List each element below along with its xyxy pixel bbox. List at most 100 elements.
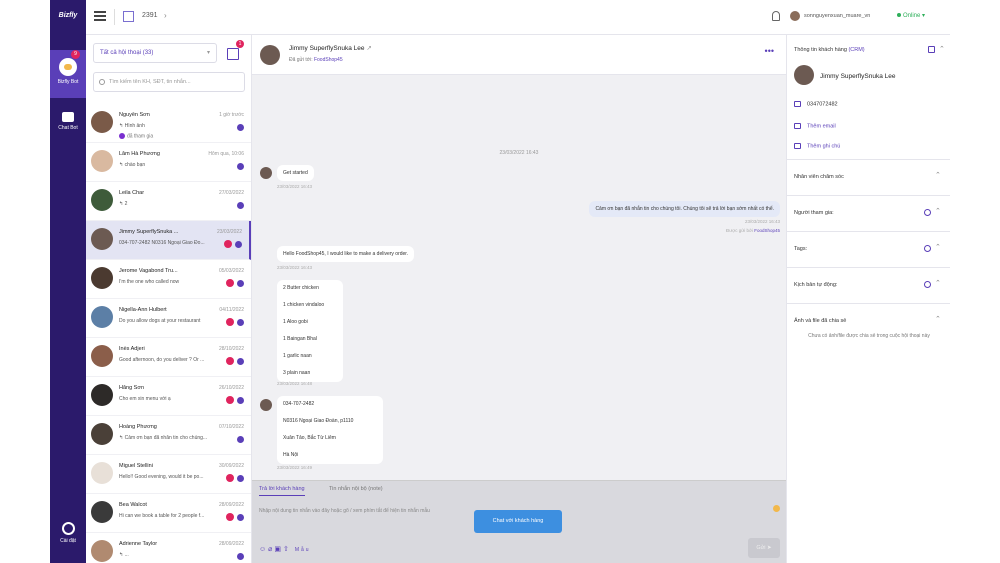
menu-icon[interactable] — [94, 11, 106, 21]
conv-time: 28/09/2022 — [218, 541, 244, 547]
more-options-icon[interactable]: ••• — [765, 46, 774, 56]
list-item[interactable]: Bea Walcot 28/09/2022 Hi can we book a tab… — [86, 494, 251, 533]
chevron-up-icon[interactable]: ⌃ — [935, 207, 941, 215]
conv-preview: Hello!! Good evening, would it be po... — [119, 474, 204, 480]
conv-sub-text: đã tham gia — [127, 133, 154, 140]
phone-icon — [794, 101, 801, 107]
order-line: 1 Baingan Bhal — [283, 336, 317, 342]
list-item[interactable]: Nguyễn Sơn 1 giờ trước ↰ Hình ảnh đã tham g… — [86, 104, 251, 143]
chevron-right-icon[interactable]: › — [164, 11, 167, 20]
list-item[interactable]: Leila Char 27/03/2022 ↰ 2 — [86, 182, 251, 221]
list-item[interactable]: Hằng Sơn 26/10/2022 Cho em xin menu với ạ — [86, 377, 251, 416]
conversation-filter-select[interactable]: Tất cả hội thoại (33) ▾ — [93, 43, 217, 63]
send-button[interactable]: Gửi ➤ — [748, 538, 780, 558]
tab-reply-customer[interactable]: Trả lời khách hàng — [259, 486, 305, 496]
add-note[interactable]: Thêm ghi chú — [794, 143, 840, 149]
nav-item-chat-bot[interactable]: Chat Bot — [50, 112, 86, 140]
empty-files-text: Chưa có ảnh/file được chia sẻ trong cuộc… — [808, 333, 930, 339]
bizfly-logo: Bizfly — [58, 12, 78, 19]
grid-icon[interactable] — [123, 11, 134, 22]
nav-item-label: Chat Bot — [58, 125, 78, 131]
search-icon — [99, 79, 105, 85]
avatar[interactable] — [260, 45, 280, 65]
address-line: Xuân Tảo, Bắc Từ Liêm — [283, 435, 336, 441]
conv-time: Hôm qua, 10:06 — [208, 151, 244, 157]
conv-name: Miguel Stellini — [119, 463, 153, 469]
chat-panel: Jimmy SuperflySnuka Lee ↗ Đã gửi tới: Fo… — [252, 35, 786, 563]
list-item[interactable]: Lâm Hà Phương Hôm qua, 10:06 ↰ chào bạn — [86, 143, 251, 182]
chevron-up-icon[interactable]: ⌃ — [935, 279, 941, 287]
edit-icon[interactable] — [928, 46, 935, 53]
image-icon[interactable]: ▣ — [274, 546, 283, 553]
nav-item-bizfly-bot[interactable]: 9 Bizfly Bot — [50, 50, 86, 98]
nav-badge: 9 — [71, 50, 80, 59]
sender-link[interactable]: FoodShop45 — [754, 228, 780, 233]
list-item[interactable]: Jerome Vagabond Tru... 05/03/2022 I'm the … — [86, 260, 251, 299]
add-icon[interactable] — [924, 245, 931, 252]
emoji-picker-icon[interactable]: ☺ — [259, 546, 268, 553]
section-label: Người tham gia: — [794, 210, 834, 216]
project-count[interactable]: 2391 — [142, 12, 158, 19]
chevron-up-icon[interactable]: ⌃ — [935, 171, 941, 179]
section-care-staff[interactable]: Nhân viên chăm sóc ⌃ — [787, 159, 950, 195]
list-item[interactable]: Nigella-Ann Hulbert 04/11/2022 Do you allo… — [86, 299, 251, 338]
address-line: N0316 Ngoại Giao Đoàn, p1110 — [283, 418, 354, 424]
add-icon[interactable] — [924, 281, 931, 288]
conv-time: 28/10/2022 — [218, 346, 244, 352]
crm-link[interactable]: (CRM) — [848, 47, 864, 53]
section-participants[interactable]: Người tham gia: ⌃ — [787, 195, 950, 231]
add-email[interactable]: Thêm email — [794, 123, 836, 129]
avatar — [91, 501, 113, 523]
quick-reply-icon[interactable]: ⇧ — [283, 546, 291, 553]
user-name[interactable]: sonnguyenxuan_muare_vn — [804, 13, 870, 19]
emoji-icon[interactable] — [773, 505, 780, 512]
add-email-link[interactable]: Thêm email — [807, 123, 836, 129]
conv-preview: I'm the one who called now — [119, 279, 180, 285]
channel-link[interactable]: FoodShop45 — [314, 57, 343, 63]
template-link[interactable]: Mẫu — [295, 547, 311, 553]
messenger-icon — [237, 358, 244, 365]
conv-name: Leila Char — [119, 190, 145, 196]
filter-icon[interactable] — [227, 48, 239, 60]
online-dot-icon — [897, 13, 901, 17]
list-item[interactable]: Miguel Stellini 30/09/2022 Hello!! Good ev… — [86, 455, 251, 494]
conv-preview: Good afternoon, do you deliver ? Or ... — [119, 357, 205, 363]
list-item[interactable]: Hoàng Phương 07/10/2022 ↰ Cảm ơn bạn đã nh… — [86, 416, 251, 455]
avatar — [91, 111, 113, 133]
chevron-up-icon[interactable]: ⌃ — [935, 315, 941, 323]
bell-icon[interactable] — [772, 11, 780, 21]
section-tags[interactable]: Tags: ⌃ — [787, 231, 950, 267]
search-input[interactable]: Tìm kiếm tên KH, SĐT, tin nhắn... — [93, 72, 245, 92]
chat-contact-name[interactable]: Jimmy SuperflySnuka Lee ↗ — [289, 44, 372, 52]
tab-internal-note[interactable]: Tin nhắn nội bộ (note) — [329, 486, 383, 492]
message-time: 23/03/2022 16:43 — [277, 265, 313, 270]
messenger-icon — [237, 163, 244, 170]
status-badge[interactable]: Online ▾ — [897, 12, 925, 19]
conv-time: 05/03/2022 — [218, 268, 244, 274]
list-item[interactable]: Inès Adjeri 28/10/2022 Good afternoon, do … — [86, 338, 251, 377]
messenger-icon — [237, 475, 244, 482]
address-line: Hà Nội — [283, 452, 299, 458]
conv-time: 1 giờ trước — [219, 112, 244, 118]
conv-time: 30/09/2022 — [218, 463, 244, 469]
section-automation[interactable]: Kịch bản tự động: ⌃ — [787, 267, 950, 303]
list-item[interactable]: Adrienne Taylor 28/09/2022 ↰ ... — [86, 533, 251, 563]
section-label: Kịch bản tự động: — [794, 282, 838, 288]
conv-time: 04/11/2022 — [219, 307, 244, 313]
user-icon — [119, 133, 125, 139]
external-link-icon[interactable]: ↗ — [366, 45, 371, 52]
avatar — [91, 306, 113, 328]
add-icon[interactable] — [924, 209, 931, 216]
conv-name: Jimmy SuperflySnuka ... — [119, 229, 179, 235]
list-item[interactable]: Jimmy SuperflySnuka ... 23/03/2022 034-707… — [86, 221, 251, 260]
avatar — [91, 384, 113, 406]
chat-with-customer-button[interactable]: Chat với khách hàng — [474, 510, 562, 533]
add-note-link[interactable]: Thêm ghi chú — [807, 143, 840, 149]
chevron-up-icon[interactable]: ⌃ — [939, 45, 945, 53]
unread-icon — [226, 396, 234, 404]
conv-name: Nigella-Ann Hulbert — [119, 307, 167, 313]
chevron-up-icon[interactable]: ⌃ — [935, 243, 941, 251]
nav-item-settings[interactable]: Cài đặt — [50, 522, 86, 552]
unread-icon — [226, 357, 234, 365]
avatar[interactable] — [790, 11, 800, 21]
